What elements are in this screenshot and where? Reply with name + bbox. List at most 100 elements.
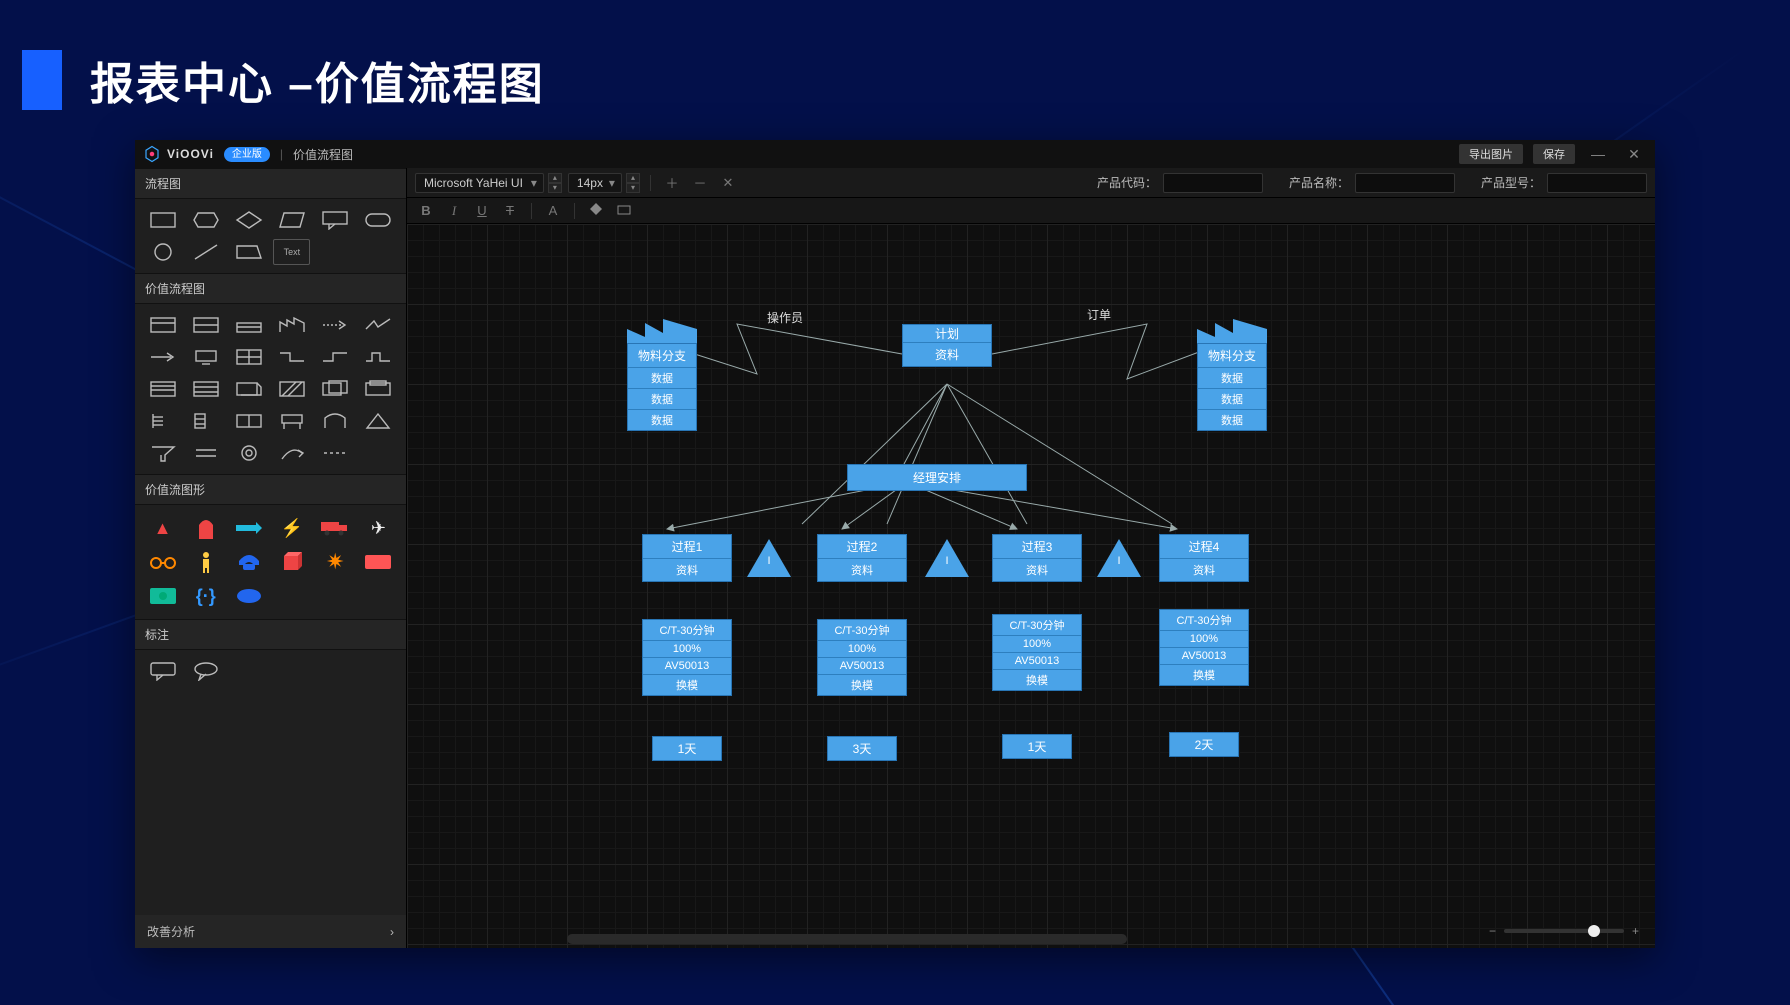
data-box-1[interactable]: C/T-30分钟 100% AV50013 换模 xyxy=(642,619,732,696)
vsm-table-icon[interactable] xyxy=(231,344,268,370)
vsm-arrow-icon[interactable] xyxy=(145,344,182,370)
vsm-supplier-icon[interactable] xyxy=(231,312,268,338)
label-icon[interactable] xyxy=(361,549,396,575)
day-box-4[interactable]: 2天 xyxy=(1169,732,1239,757)
fill-color-button[interactable] xyxy=(585,202,607,219)
vsm-grid2-icon[interactable] xyxy=(188,408,225,434)
vsm-twin-icon[interactable] xyxy=(231,408,268,434)
strike-button[interactable]: T xyxy=(499,203,521,218)
vsm-funnel-icon[interactable] xyxy=(145,440,182,466)
phone-icon[interactable] xyxy=(231,549,266,575)
zoom-slider[interactable] xyxy=(1504,929,1624,933)
vsm-factory-icon[interactable] xyxy=(273,312,310,338)
diagram-canvas[interactable]: 操作员 订单 计划 资料 物料分支 数据 数据 数据 物料 xyxy=(407,224,1655,948)
font-size-select[interactable]: 14px xyxy=(568,173,622,193)
vsm-target-icon[interactable] xyxy=(231,440,268,466)
vsm-timeline-icon[interactable] xyxy=(359,344,396,370)
save-button[interactable]: 保存 xyxy=(1533,144,1575,164)
vsm-push-arrow-icon[interactable] xyxy=(316,312,353,338)
bold-button[interactable]: B xyxy=(415,203,437,218)
shape-line-icon[interactable] xyxy=(188,239,225,265)
data-box-3[interactable]: C/T-30分钟 100% AV50013 换模 xyxy=(992,614,1082,691)
vsm-arch-icon[interactable] xyxy=(316,408,353,434)
data-box-4[interactable]: C/T-30分钟 100% AV50013 换模 xyxy=(1159,609,1249,686)
font-spin[interactable]: ▴▾ xyxy=(548,173,562,193)
schedule-node[interactable]: 经理安排 xyxy=(847,464,1027,491)
shape-diamond-icon[interactable] xyxy=(231,207,268,233)
cash-icon[interactable] xyxy=(145,583,180,609)
vsm-process-icon[interactable] xyxy=(145,312,182,338)
vsm-col-icon[interactable] xyxy=(145,408,182,434)
italic-button[interactable]: I xyxy=(443,203,465,219)
factory-left-node[interactable]: 物料分支 数据 数据 数据 xyxy=(627,343,697,431)
plane-icon[interactable]: ✈ xyxy=(361,515,396,541)
speech-oval-icon[interactable] xyxy=(188,658,225,684)
inventory-triangle-2[interactable]: I xyxy=(925,539,969,577)
vsm-list2-icon[interactable] xyxy=(188,376,225,402)
add-button[interactable]: ＋ xyxy=(661,173,683,192)
vsm-step2-icon[interactable] xyxy=(316,344,353,370)
shape-hex-icon[interactable] xyxy=(188,207,225,233)
export-image-button[interactable]: 导出图片 xyxy=(1459,144,1523,164)
burst-icon[interactable]: ✷ xyxy=(318,549,353,575)
vsm-hatch-icon[interactable] xyxy=(273,376,310,402)
product-name-input[interactable] xyxy=(1355,173,1455,193)
vsm-databox-icon[interactable] xyxy=(188,312,225,338)
remove-button[interactable]: － xyxy=(689,173,711,192)
shape-rect-icon[interactable] xyxy=(145,207,182,233)
speech-rect-icon[interactable] xyxy=(145,658,182,684)
inventory-triangle-3[interactable]: I xyxy=(1097,539,1141,577)
product-code-input[interactable] xyxy=(1163,173,1263,193)
process-3-node[interactable]: 过程3 资料 xyxy=(992,534,1082,582)
shape-trapezoid-icon[interactable] xyxy=(231,239,268,265)
minimize-button[interactable]: — xyxy=(1585,146,1611,162)
vsm-tray-icon[interactable] xyxy=(359,376,396,402)
braces-icon[interactable]: {·} xyxy=(188,583,223,609)
process-4-node[interactable]: 过程4 资料 xyxy=(1159,534,1249,582)
clear-format-button[interactable] xyxy=(613,202,635,219)
zoom-in-icon[interactable]: + xyxy=(1632,924,1639,938)
factory-right-node[interactable]: 物料分支 数据 数据 数据 xyxy=(1197,343,1267,431)
font-family-select[interactable]: Microsoft YaHei UI xyxy=(415,173,544,193)
day-box-1[interactable]: 1天 xyxy=(652,736,722,761)
shape-text-icon[interactable]: Text xyxy=(273,239,310,265)
font-color-button[interactable]: A xyxy=(542,203,564,218)
cube-icon[interactable] xyxy=(275,549,310,575)
data-box-2[interactable]: C/T-30分钟 100% AV50013 换模 xyxy=(817,619,907,696)
vsm-zigzag-icon[interactable] xyxy=(359,312,396,338)
plan-node[interactable]: 计划 资料 xyxy=(902,324,992,367)
truck-icon[interactable] xyxy=(318,515,353,541)
person-icon[interactable] xyxy=(188,549,223,575)
shape-callout-icon[interactable] xyxy=(316,207,353,233)
process-1-node[interactable]: 过程1 资料 xyxy=(642,534,732,582)
adv-badge-icon[interactable] xyxy=(231,583,266,609)
tombstone-icon[interactable] xyxy=(188,515,223,541)
warning-icon[interactable]: ▲ xyxy=(145,515,180,541)
vsm-tri-icon[interactable] xyxy=(359,408,396,434)
vsm-desk-icon[interactable] xyxy=(273,408,310,434)
vsm-monitor-icon[interactable] xyxy=(188,344,225,370)
vsm-dash-icon[interactable] xyxy=(316,440,353,466)
vsm-card-icon[interactable] xyxy=(231,376,268,402)
size-spin[interactable]: ▴▾ xyxy=(626,173,640,193)
shape-parallelogram-icon[interactable] xyxy=(273,207,310,233)
vsm-equals-icon[interactable] xyxy=(188,440,225,466)
zoom-out-icon[interactable]: − xyxy=(1489,924,1496,938)
day-box-3[interactable]: 1天 xyxy=(1002,734,1072,759)
lightning-icon[interactable]: ⚡ xyxy=(275,515,310,541)
cyan-arrow-icon[interactable] xyxy=(231,515,266,541)
close-button[interactable]: ✕ xyxy=(1621,146,1647,163)
day-box-2[interactable]: 3天 xyxy=(827,736,897,761)
shape-capsule-icon[interactable] xyxy=(359,207,396,233)
glasses-icon[interactable] xyxy=(145,549,180,575)
vsm-curve-icon[interactable] xyxy=(273,440,310,466)
process-2-node[interactable]: 过程2 资料 xyxy=(817,534,907,582)
product-model-input[interactable] xyxy=(1547,173,1647,193)
sidebar-footer-improve[interactable]: 改善分析 › xyxy=(135,915,406,948)
inventory-triangle-1[interactable]: I xyxy=(747,539,791,577)
delete-button[interactable]: ✕ xyxy=(717,175,739,191)
vsm-double-icon[interactable] xyxy=(316,376,353,402)
shape-circle-icon[interactable] xyxy=(145,239,182,265)
horizontal-scrollbar[interactable] xyxy=(567,934,1127,944)
vsm-list-icon[interactable] xyxy=(145,376,182,402)
